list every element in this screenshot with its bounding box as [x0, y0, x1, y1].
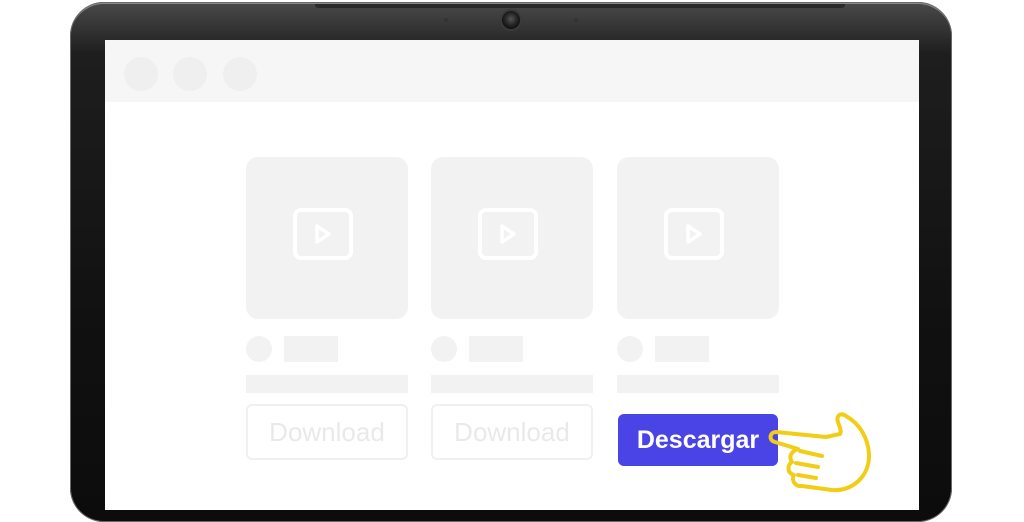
title-placeholder — [431, 375, 593, 393]
text-placeholder — [284, 336, 338, 362]
video-thumbnail[interactable] — [431, 157, 593, 319]
video-card — [617, 157, 779, 393]
title-placeholder — [246, 375, 408, 393]
laptop-top-rim — [315, 4, 845, 8]
text-placeholder — [469, 336, 523, 362]
play-icon — [293, 208, 353, 260]
play-icon — [664, 208, 724, 260]
avatar-placeholder — [246, 336, 272, 362]
pointing-hand-icon — [768, 412, 872, 493]
avatar-placeholder — [617, 336, 643, 362]
avatar-placeholder — [431, 336, 457, 362]
video-thumbnail[interactable] — [246, 157, 408, 319]
window-titlebar — [105, 40, 919, 102]
download-button[interactable]: Download — [246, 404, 408, 460]
sensor-dot — [444, 18, 448, 22]
window-control-dot[interactable] — [223, 57, 257, 91]
video-card: Download — [431, 157, 593, 460]
webcam-icon — [502, 11, 520, 29]
video-card: Download — [246, 157, 408, 460]
descargar-button[interactable]: Descargar — [618, 414, 778, 466]
text-placeholder — [655, 336, 709, 362]
video-thumbnail[interactable] — [617, 157, 779, 319]
sensor-dot — [574, 18, 578, 22]
play-icon — [478, 208, 538, 260]
download-button[interactable]: Download — [431, 404, 593, 460]
window-control-dot[interactable] — [124, 57, 158, 91]
window-control-dot[interactable] — [173, 57, 207, 91]
title-placeholder — [617, 375, 779, 393]
